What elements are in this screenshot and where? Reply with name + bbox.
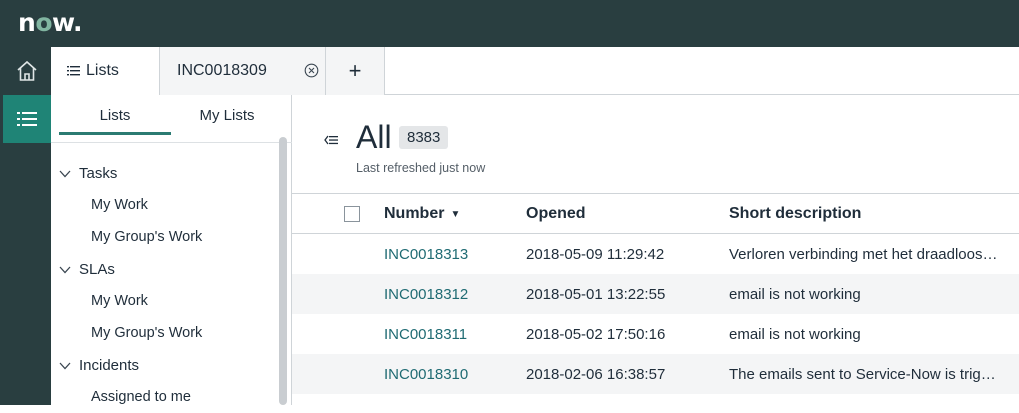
list-icon bbox=[67, 66, 80, 76]
tab-lists-label: Lists bbox=[86, 62, 119, 79]
tree-group-slas[interactable]: SLAs bbox=[51, 253, 281, 285]
tree-group-label: Tasks bbox=[79, 164, 118, 182]
opened-cell: 2018-02-06 16:38:57 bbox=[526, 365, 666, 383]
table-row[interactable]: INC0018310 2018-02-06 16:38:57 The email… bbox=[292, 354, 1019, 394]
table-header: Number ▼ Opened Short description bbox=[292, 194, 1019, 234]
column-header-opened[interactable]: Opened bbox=[526, 194, 716, 234]
servicenow-logo[interactable]: now. bbox=[18, 8, 83, 37]
tree-item-my-groups-work[interactable]: My Group's Work bbox=[51, 221, 281, 253]
tree-item-my-groups-work[interactable]: My Group's Work bbox=[51, 317, 281, 349]
list-tree: Tasks My Work My Group's Work SLAs My Wo… bbox=[51, 157, 281, 413]
short-description-cell: email is not working bbox=[729, 285, 861, 303]
table-row[interactable]: INC0018311 2018-05-02 17:50:16 email is … bbox=[292, 314, 1019, 354]
opened-cell: 2018-05-01 13:22:55 bbox=[526, 285, 666, 303]
incident-number-link[interactable]: INC0018310 bbox=[384, 354, 514, 394]
sort-down-icon: ▼ bbox=[450, 208, 461, 220]
sidebar-scrollbar[interactable] bbox=[279, 137, 287, 405]
tab-bar: Lists INC0018309 + bbox=[51, 47, 1019, 95]
tab-record[interactable]: INC0018309 bbox=[159, 47, 326, 95]
page-title: All bbox=[356, 119, 392, 155]
plus-icon: + bbox=[348, 58, 362, 83]
tree-item-assigned-to-me[interactable]: Assigned to me bbox=[51, 381, 281, 413]
tab-lists[interactable]: Lists bbox=[51, 47, 159, 95]
top-header: now. bbox=[0, 0, 1019, 47]
incident-number-link[interactable]: INC0018311 bbox=[384, 314, 514, 354]
record-count-badge: 8383 bbox=[399, 126, 449, 149]
add-tab-button[interactable]: + bbox=[326, 47, 385, 95]
column-header-short-description[interactable]: Short description bbox=[729, 194, 1001, 234]
chevron-down-icon bbox=[59, 357, 79, 374]
home-button[interactable] bbox=[3, 47, 51, 95]
subtab-lists[interactable]: Lists bbox=[59, 107, 171, 135]
incident-number-link[interactable]: INC0018313 bbox=[384, 234, 514, 274]
opened-cell: 2018-05-09 11:29:42 bbox=[526, 245, 665, 263]
table-row[interactable]: INC0018312 2018-05-01 13:22:55 email is … bbox=[292, 274, 1019, 314]
sidebar-tabs: Lists My Lists bbox=[59, 107, 284, 135]
short-description-cell: Verloren verbinding met het draadloos ne… bbox=[729, 245, 1001, 263]
list-icon bbox=[17, 112, 37, 126]
lists-button[interactable] bbox=[3, 95, 51, 143]
incident-table: Number ▼ Opened Short description INC0018… bbox=[292, 193, 1019, 394]
tree-group-incidents[interactable]: Incidents bbox=[51, 349, 281, 381]
chevron-down-icon bbox=[59, 165, 79, 182]
opened-cell: 2018-05-02 17:50:16 bbox=[526, 325, 666, 343]
collapse-filter-icon[interactable] bbox=[324, 132, 338, 150]
chevron-down-icon bbox=[59, 261, 79, 278]
short-description-cell: email is not working bbox=[729, 325, 861, 343]
last-refreshed-text: Last refreshed just now bbox=[356, 161, 486, 175]
tree-group-tasks[interactable]: Tasks bbox=[51, 157, 281, 189]
home-icon bbox=[17, 60, 37, 81]
tree-item-my-work[interactable]: My Work bbox=[51, 189, 281, 221]
select-all-checkbox[interactable] bbox=[344, 206, 360, 222]
left-rail bbox=[0, 47, 51, 405]
select-all-checkbox-cell bbox=[344, 194, 360, 234]
column-header-number[interactable]: Number ▼ bbox=[384, 194, 514, 234]
close-circle-icon[interactable] bbox=[304, 63, 319, 78]
lists-sidebar: Lists My Lists Tasks My Work My Group's … bbox=[51, 95, 292, 405]
divider bbox=[51, 142, 292, 143]
tab-record-label: INC0018309 bbox=[177, 62, 267, 79]
subtab-my-lists[interactable]: My Lists bbox=[171, 107, 283, 135]
tree-item-my-work[interactable]: My Work bbox=[51, 285, 281, 317]
incident-number-link[interactable]: INC0018312 bbox=[384, 274, 514, 314]
table-row[interactable]: INC0018313 2018-05-09 11:29:42 Verloren … bbox=[292, 234, 1019, 274]
tree-group-label: Incidents bbox=[79, 356, 140, 374]
short-description-cell: The emails sent to Service-Now is trigge… bbox=[729, 365, 1001, 383]
list-view: All 8383 Last refreshed just now Number ▼… bbox=[292, 95, 1019, 405]
tree-group-label: SLAs bbox=[79, 260, 115, 278]
